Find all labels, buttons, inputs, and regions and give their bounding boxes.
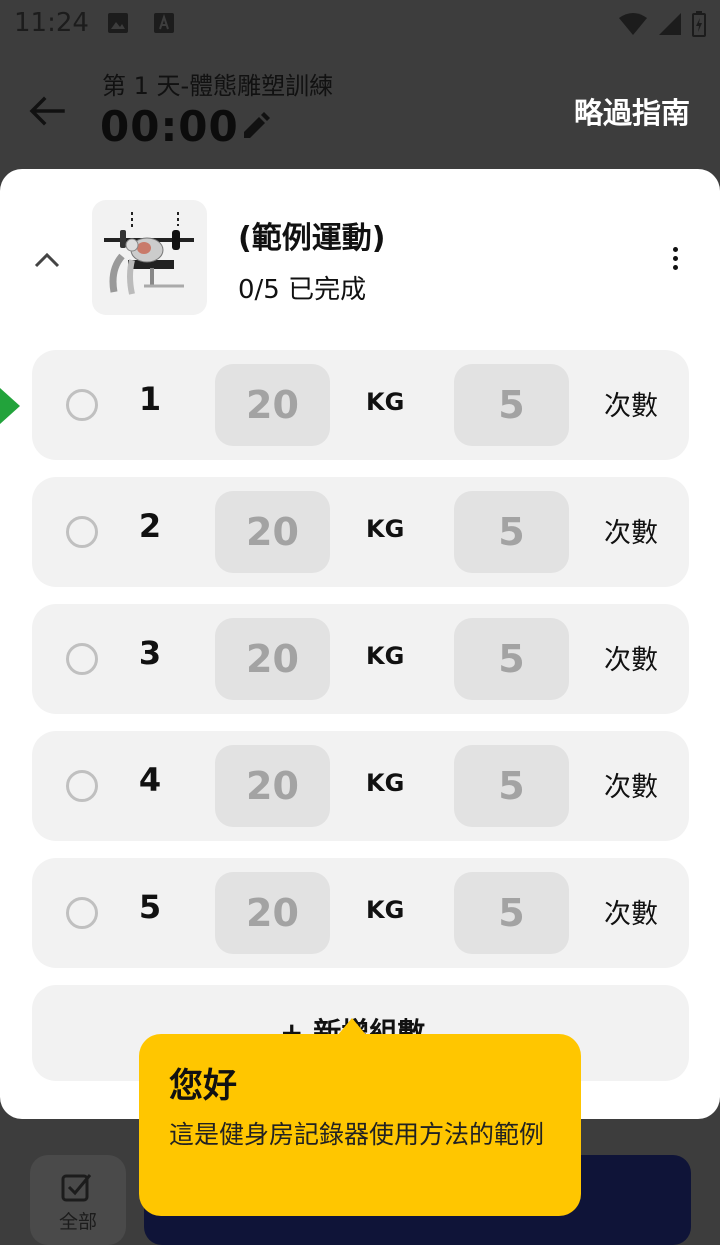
reps-input[interactable]: 5 (454, 364, 569, 446)
text-notification-icon (154, 13, 174, 33)
status-icons (618, 10, 706, 38)
wifi-icon (619, 13, 647, 35)
back-button[interactable] (26, 90, 68, 132)
image-notification-icon (108, 13, 128, 33)
reps-input[interactable]: 5 (454, 491, 569, 573)
battery-icon (692, 11, 706, 37)
collapse-button[interactable] (30, 243, 64, 277)
reps-unit: 次數 (604, 391, 658, 422)
set-number: 2 (138, 507, 162, 545)
tooltip-arrow (337, 1018, 367, 1036)
weight-unit: KG (366, 388, 405, 416)
exercise-card: ? (範例運動) 0/5 已完成 1 20 KG 5 次數 2 20 KG 5 … (0, 169, 720, 1119)
reps-unit: 次數 (604, 518, 658, 549)
checkbox-icon (61, 1174, 92, 1202)
weight-unit: KG (366, 896, 405, 924)
weight-unit: KG (366, 642, 405, 670)
pencil-edit-icon[interactable] (240, 112, 270, 142)
more-options-button[interactable] (662, 243, 688, 273)
filter-all-button[interactable]: 全部 (30, 1155, 126, 1245)
exercise-progress: 0/5 已完成 (238, 275, 367, 305)
signal-icon (659, 13, 681, 35)
reps-unit: 次數 (604, 645, 658, 676)
set-number: 5 (138, 888, 162, 926)
set-row: 5 20 KG 5 次數 (32, 858, 689, 968)
status-time: 11:24 (14, 8, 89, 38)
set-row: 3 20 KG 5 次數 (32, 604, 689, 714)
set-row: 2 20 KG 5 次數 (32, 477, 689, 587)
set-row: 4 20 KG 5 次數 (32, 731, 689, 841)
reps-input[interactable]: 5 (454, 872, 569, 954)
filter-all-label: 全部 (58, 1211, 97, 1233)
tooltip-body: 這是健身房記錄器使用方法的範例 (169, 1120, 545, 1149)
weight-input[interactable]: 20 (215, 491, 330, 573)
reps-unit: 次數 (604, 772, 658, 803)
skip-guide-button[interactable]: 略過指南 (574, 90, 690, 132)
set-number: 3 (138, 634, 162, 672)
weight-input[interactable]: 20 (215, 364, 330, 446)
current-set-indicator (0, 388, 20, 424)
weight-unit: KG (366, 515, 405, 543)
weight-input[interactable]: 20 (215, 872, 330, 954)
workout-title: 第 1 天-體態雕塑訓練 (102, 72, 334, 100)
weight-input[interactable]: 20 (215, 745, 330, 827)
set-number: 1 (138, 380, 162, 418)
exercise-thumbnail[interactable]: ? (92, 200, 207, 315)
set-complete-checkbox[interactable] (66, 643, 98, 675)
arrow-left-icon (29, 96, 65, 126)
set-complete-checkbox[interactable] (66, 389, 98, 421)
set-complete-checkbox[interactable] (66, 516, 98, 548)
status-bar: 11:24 (0, 0, 720, 48)
onboarding-tooltip[interactable]: 您好 這是健身房記錄器使用方法的範例 (139, 1018, 581, 1216)
weight-input[interactable]: 20 (215, 618, 330, 700)
workout-header: 第 1 天-體態雕塑訓練 00:00 略過指南 (0, 48, 720, 168)
weight-unit: KG (366, 769, 405, 797)
set-row: 1 20 KG 5 次數 (32, 350, 689, 460)
set-complete-checkbox[interactable] (66, 770, 98, 802)
reps-input[interactable]: 5 (454, 618, 569, 700)
set-number: 4 (138, 761, 162, 799)
exercise-name: (範例運動) (238, 221, 386, 256)
bench-press-illustration (104, 212, 194, 295)
set-complete-checkbox[interactable] (66, 897, 98, 929)
chevron-up-icon (34, 252, 60, 268)
reps-unit: 次數 (604, 899, 658, 930)
reps-input[interactable]: 5 (454, 745, 569, 827)
tooltip-title: 您好 (169, 1066, 237, 1106)
workout-timer: 00:00 (100, 102, 239, 151)
more-vert-icon (672, 246, 678, 252)
